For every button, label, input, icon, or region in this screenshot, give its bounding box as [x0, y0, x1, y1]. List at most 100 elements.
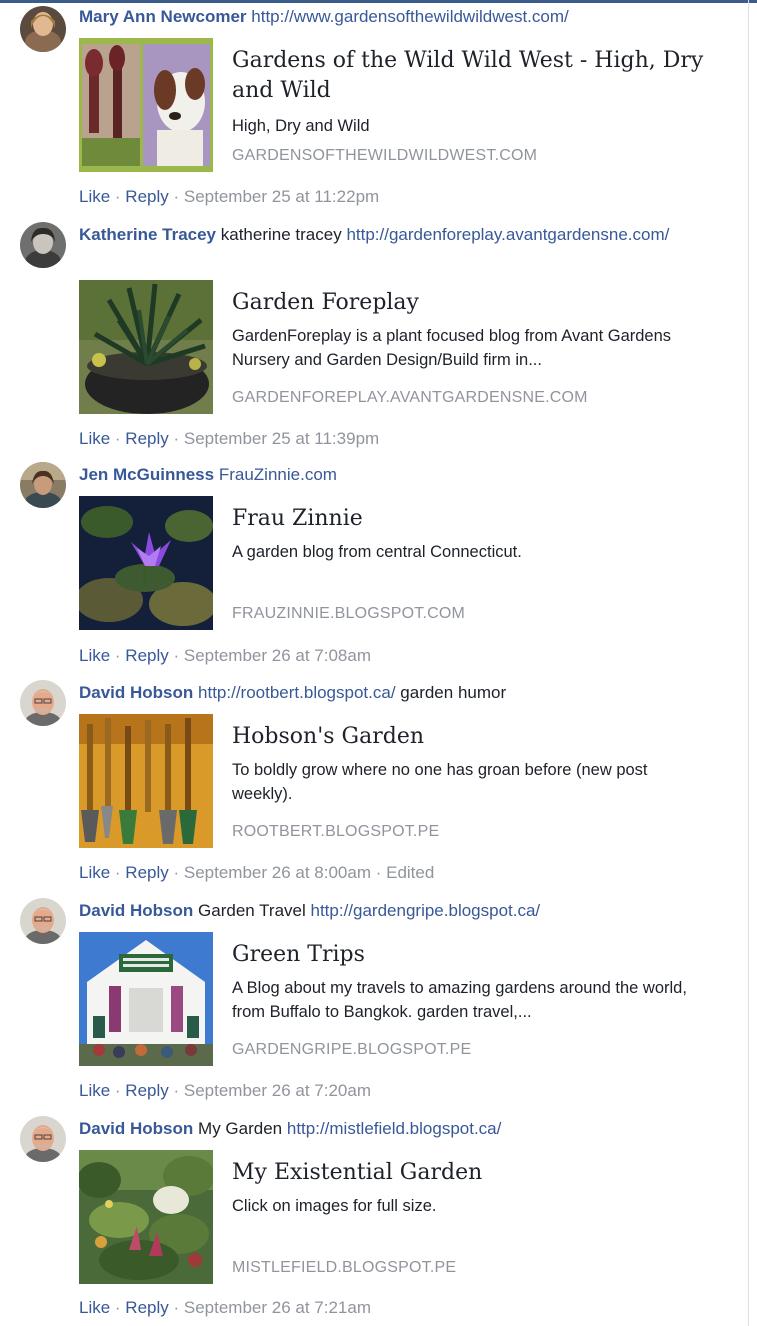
separator: · — [110, 646, 126, 665]
reply-button[interactable]: Reply — [125, 187, 168, 206]
comment-actions: Like · Reply · September 26 at 7:20am — [79, 1080, 371, 1102]
comment-body: Mary Ann Newcomer http://www.gardensofth… — [79, 5, 739, 28]
reply-button[interactable]: Reply — [125, 646, 168, 665]
scroll-edge — [748, 0, 749, 1326]
like-button[interactable]: Like — [79, 1081, 110, 1100]
garden-show-building-thumbnail — [79, 932, 213, 1066]
separator: · — [168, 429, 184, 448]
card-description: GardenForeplay is a plant focused blog f… — [232, 327, 672, 369]
avatar[interactable] — [20, 680, 66, 726]
author-name[interactable]: Jen McGuinness — [79, 465, 214, 484]
comment-actions: Like · Reply · September 25 at 11:22pm — [79, 186, 379, 208]
separator: · — [168, 187, 184, 206]
avatar[interactable] — [20, 898, 66, 944]
reply-button[interactable]: Reply — [125, 1081, 168, 1100]
link-preview-card[interactable]: Green Trips A Blog about my travels to a… — [79, 932, 719, 1066]
reply-button[interactable]: Reply — [125, 863, 168, 882]
link-preview-card[interactable]: Garden Foreplay GardenForeplay is a plan… — [79, 280, 719, 414]
reply-button[interactable]: Reply — [125, 429, 168, 448]
separator: · — [371, 863, 387, 882]
avatar[interactable] — [20, 6, 66, 52]
card-title[interactable]: Gardens of the Wild Wild West - High, Dr… — [232, 46, 712, 106]
card-description: A Blog about my travels to amazing garde… — [232, 979, 687, 1021]
card-description: A garden blog from central Connecticut. — [232, 543, 522, 561]
comment-body: Jen McGuinness FrauZinnie.com — [79, 463, 739, 486]
like-button[interactable]: Like — [79, 429, 110, 448]
link-preview-card[interactable]: Frau Zinnie A garden blog from central C… — [79, 496, 719, 630]
timestamp[interactable]: September 26 at 7:08am — [184, 646, 371, 665]
card-domain: MISTLEFIELD.BLOGSPOT.PE — [232, 1259, 457, 1276]
comment-link[interactable]: http://gardenforeplay.avantgardensne.com… — [346, 225, 669, 244]
separator: · — [110, 1081, 126, 1100]
timestamp[interactable]: September 25 at 11:39pm — [184, 429, 379, 448]
comment-body: David Hobson Garden Travel http://garden… — [79, 899, 739, 922]
like-button[interactable]: Like — [79, 1298, 110, 1317]
avatar[interactable] — [20, 1116, 66, 1162]
dog-and-flower-thumbnail — [79, 38, 213, 172]
link-preview-card[interactable]: Hobson's Garden To boldly grow where no … — [79, 714, 719, 848]
avatar[interactable] — [20, 222, 66, 268]
separator: · — [110, 429, 126, 448]
card-description: Click on images for full size. — [232, 1197, 437, 1215]
author-name[interactable]: Mary Ann Newcomer — [79, 7, 247, 26]
potted-plant-thumbnail — [79, 280, 213, 414]
card-title[interactable]: Green Trips — [232, 940, 712, 970]
comment-body: David Hobson My Garden http://mistlefiel… — [79, 1117, 739, 1140]
comment-text: My Garden — [198, 1119, 283, 1138]
lush-garden-thumbnail — [79, 1150, 213, 1284]
comment-text: katherine tracey — [220, 225, 342, 244]
like-button[interactable]: Like — [79, 863, 110, 882]
timestamp[interactable]: September 26 at 8:00am — [184, 863, 371, 882]
card-title[interactable]: Frau Zinnie — [232, 504, 712, 534]
comment-link[interactable]: FrauZinnie.com — [219, 465, 337, 484]
comment-link[interactable]: http://gardengripe.blogspot.ca/ — [311, 901, 541, 920]
separator: · — [168, 1081, 184, 1100]
card-domain: FRAUZINNIE.BLOGSPOT.COM — [232, 605, 466, 622]
comment-text: garden humor — [400, 683, 507, 702]
card-domain: ROOTBERT.BLOGSPOT.PE — [232, 823, 440, 840]
separator: · — [110, 863, 126, 882]
avatar[interactable] — [20, 462, 66, 508]
separator: · — [110, 1298, 126, 1317]
comment-link[interactable]: http://www.gardensofthewildwildwest.com/ — [251, 7, 568, 26]
author-name[interactable]: Katherine Tracey — [79, 225, 216, 244]
reply-button[interactable]: Reply — [125, 1298, 168, 1317]
timestamp[interactable]: September 25 at 11:22pm — [184, 187, 379, 206]
author-name[interactable]: David Hobson — [79, 1119, 193, 1138]
card-domain: GARDENFOREPLAY.AVANTGARDENSNE.COM — [232, 389, 588, 406]
comment: David Hobson http://rootbert.blogspot.ca… — [0, 676, 745, 894]
card-title[interactable]: My Existential Garden — [232, 1158, 712, 1188]
comment-body: David Hobson http://rootbert.blogspot.ca… — [79, 681, 739, 704]
separator: · — [110, 187, 126, 206]
card-description: To boldly grow where no one has groan be… — [232, 761, 648, 803]
like-button[interactable]: Like — [79, 187, 110, 206]
comment: David Hobson My Garden http://mistlefiel… — [0, 1112, 745, 1326]
comment: Mary Ann Newcomer http://www.gardensofth… — [0, 0, 745, 215]
like-button[interactable]: Like — [79, 646, 110, 665]
separator: · — [168, 1298, 184, 1317]
card-domain: GARDENGRIPE.BLOGSPOT.PE — [232, 1041, 472, 1058]
comment: David Hobson Garden Travel http://garden… — [0, 894, 745, 1112]
edited-label[interactable]: Edited — [386, 863, 434, 882]
link-preview-card[interactable]: Gardens of the Wild Wild West - High, Dr… — [79, 38, 719, 172]
comment-text: Garden Travel — [198, 901, 306, 920]
card-domain: GARDENSOFTHEWILDWILDWEST.COM — [232, 147, 538, 164]
purple-flower-thumbnail — [79, 496, 213, 630]
comment-body: Katherine Tracey katherine tracey http:/… — [79, 223, 739, 246]
comment-link[interactable]: http://mistlefield.blogspot.ca/ — [287, 1119, 502, 1138]
author-name[interactable]: David Hobson — [79, 901, 193, 920]
comment: Jen McGuinness FrauZinnie.com Frau Zinni… — [0, 458, 745, 676]
comment-actions: Like · Reply · September 26 at 7:21am — [79, 1297, 371, 1319]
author-name[interactable]: David Hobson — [79, 683, 193, 702]
timestamp[interactable]: September 26 at 7:21am — [184, 1298, 371, 1317]
comment-link[interactable]: http://rootbert.blogspot.ca/ — [198, 683, 396, 702]
comment-actions: Like · Reply · September 26 at 8:00am · … — [79, 862, 434, 884]
card-title[interactable]: Hobson's Garden — [232, 722, 712, 752]
separator: · — [168, 646, 184, 665]
garden-tools-thumbnail — [79, 714, 213, 848]
comment: Katherine Tracey katherine tracey http:/… — [0, 218, 745, 458]
card-title[interactable]: Garden Foreplay — [232, 288, 712, 318]
link-preview-card[interactable]: My Existential Garden Click on images fo… — [79, 1150, 719, 1284]
timestamp[interactable]: September 26 at 7:20am — [184, 1081, 371, 1100]
card-description: High, Dry and Wild — [232, 117, 370, 135]
